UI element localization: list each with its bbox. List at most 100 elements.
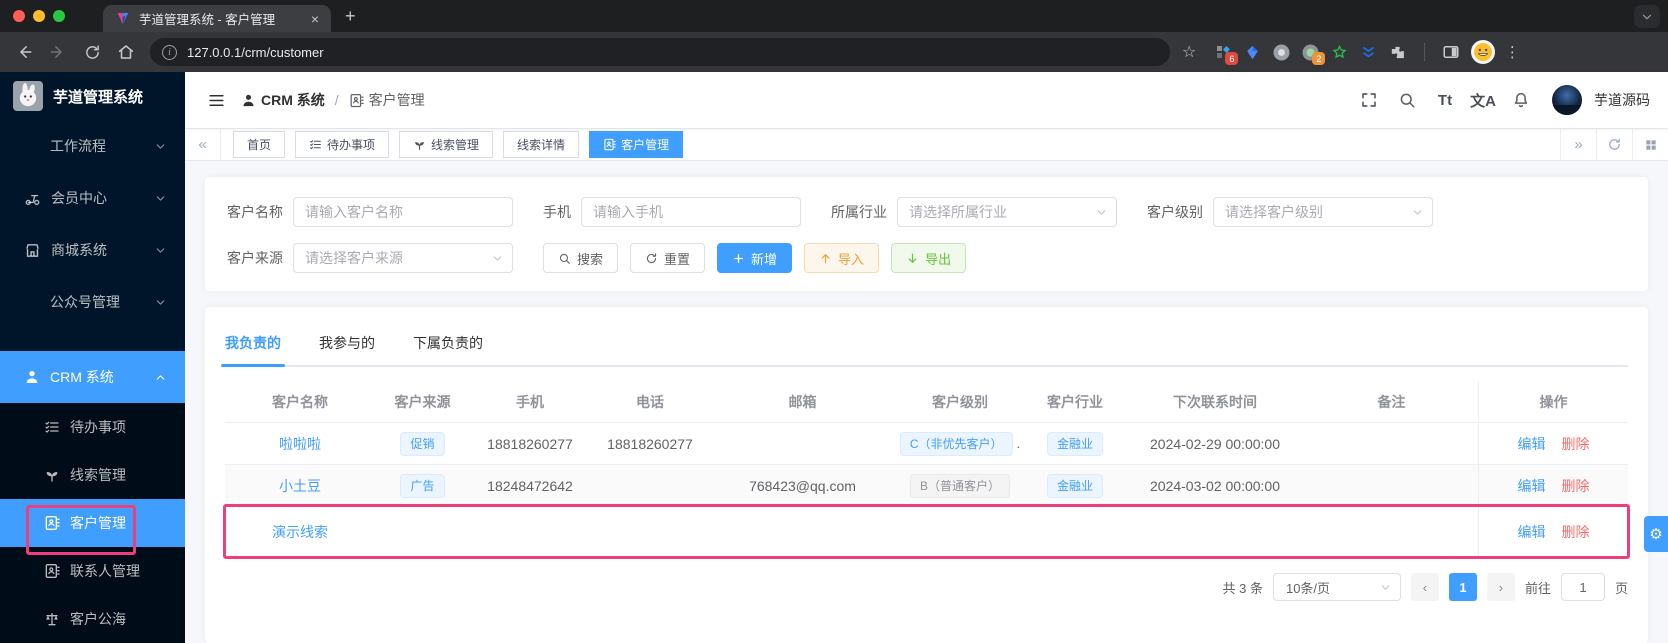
extension-blocks-icon[interactable]: 6 xyxy=(1214,43,1239,65)
browser-tabstrip: 芋道管理系统 - 客户管理 × + xyxy=(0,0,1668,32)
edit-link[interactable]: 编辑 xyxy=(1518,434,1546,454)
sidebar-item-mall-system[interactable]: 商城系统 xyxy=(0,224,185,276)
tabs-menu-grid-icon[interactable] xyxy=(1632,129,1668,160)
fullscreen-icon[interactable] xyxy=(1352,83,1386,117)
table-row: 小土豆 广告 18248472642 768423@qq.com B（普通客户）… xyxy=(225,465,1628,507)
extensions-puzzle-icon[interactable] xyxy=(1388,43,1406,61)
tab-search-button[interactable] xyxy=(1634,5,1660,28)
sidebar-item-official-account[interactable]: 公众号管理 xyxy=(0,276,185,328)
source-label: 客户来源 xyxy=(227,250,283,266)
page-tab-customer-management[interactable]: 客户管理 xyxy=(589,131,684,158)
tab-my-responsible[interactable]: 我负责的 xyxy=(221,321,285,367)
window-close-button[interactable] xyxy=(13,10,25,22)
delete-link[interactable]: 删除 xyxy=(1562,522,1590,542)
bookmark-star-icon[interactable]: ☆ xyxy=(1182,42,1196,62)
url-text: 127.0.0.1/crm/customer xyxy=(187,44,324,60)
mobile-input[interactable] xyxy=(581,197,801,227)
import-button[interactable]: 导入 xyxy=(804,243,880,273)
tab-close-icon[interactable]: × xyxy=(311,11,319,27)
page-tab-clue-management[interactable]: 线索管理 xyxy=(399,131,494,158)
edit-link[interactable]: 编辑 xyxy=(1518,522,1546,542)
new-tab-button[interactable]: + xyxy=(345,7,356,25)
page-size-select[interactable]: 10条/页 xyxy=(1272,573,1401,601)
chevron-down-icon xyxy=(1411,206,1424,219)
source-select[interactable]: 请选择客户来源 xyxy=(293,243,513,273)
sidebar-item-customer-pool[interactable]: 客户公海 xyxy=(0,595,185,643)
page-tab-clue-detail[interactable]: 线索详情 xyxy=(503,131,580,158)
delete-link[interactable]: 删除 xyxy=(1562,434,1590,454)
table-header-row: 客户名称 客户来源 手机 电话 邮箱 客户级别 客户行业 下次联系时间 备注 操… xyxy=(225,381,1628,423)
add-button[interactable]: 新增 xyxy=(717,243,793,273)
next-page-button[interactable]: › xyxy=(1486,573,1515,601)
theme-settings-gear-button[interactable]: ⚙ xyxy=(1644,516,1668,552)
sidebar-item-todo[interactable]: 待办事项 xyxy=(0,403,185,451)
window-zoom-button[interactable] xyxy=(53,10,65,22)
tabs-scroll-right-icon[interactable]: » xyxy=(1560,129,1596,160)
extension-chevrons-icon[interactable] xyxy=(1359,43,1377,61)
app-title: 芋道管理系统 xyxy=(53,88,144,106)
edit-link[interactable]: 编辑 xyxy=(1518,476,1546,496)
chevron-down-icon xyxy=(1379,581,1392,594)
table-row: 啦啦啦 促销 18818260277 18818260277 C（非优先客户）.… xyxy=(225,423,1628,465)
tab-subordinate[interactable]: 下属负责的 xyxy=(413,321,483,365)
chevron-down-icon xyxy=(154,140,167,153)
sidebar: 芋道管理系统 工作流程 会员中心 商城系统 公众号管理 CRM 系统 待办事项 xyxy=(0,72,185,643)
page-tab-home[interactable]: 首页 xyxy=(233,131,286,158)
sidebar-item-contact-management[interactable]: 联系人管理 xyxy=(0,547,185,595)
sidebar-item-clue-management[interactable]: 线索管理 xyxy=(0,451,185,499)
customer-name-input[interactable] xyxy=(293,197,513,227)
customer-name-link[interactable]: 演示线索 xyxy=(272,524,328,540)
contacts-book-icon xyxy=(44,515,60,531)
forward-button[interactable] xyxy=(44,38,72,66)
reload-button[interactable] xyxy=(78,38,106,66)
customer-name-label: 客户名称 xyxy=(227,204,283,220)
font-size-icon[interactable]: Tt xyxy=(1428,83,1462,117)
reset-button[interactable]: 重置 xyxy=(630,243,706,273)
home-button[interactable] xyxy=(112,38,140,66)
side-panel-icon[interactable] xyxy=(1437,38,1465,66)
seedling-icon xyxy=(44,467,60,483)
goto-label: 前往 xyxy=(1524,580,1551,596)
todo-list-icon xyxy=(44,419,60,435)
extension-gray-circle-icon[interactable] xyxy=(1272,43,1290,61)
page-tab-todo[interactable]: 待办事项 xyxy=(295,131,390,158)
breadcrumb-crm[interactable]: CRM 系统 xyxy=(241,90,325,110)
extension-green-star-icon[interactable] xyxy=(1330,43,1348,61)
tabs-scroll-left-icon[interactable]: « xyxy=(185,129,221,160)
site-info-icon[interactable]: i xyxy=(162,44,177,60)
sidebar-item-member-center[interactable]: 会员中心 xyxy=(0,172,185,224)
customer-name-link[interactable]: 啦啦啦 xyxy=(279,436,321,452)
sidebar-item-crm-system[interactable]: CRM 系统 xyxy=(0,351,185,403)
shop-icon xyxy=(24,242,41,259)
tab-my-participated[interactable]: 我参与的 xyxy=(319,321,375,365)
sidebar-item-customer-management[interactable]: 客户管理 xyxy=(0,499,185,555)
extension-kite-icon[interactable] xyxy=(1243,43,1261,61)
browser-toolbar: i 127.0.0.1/crm/customer ☆ 6 2 ⋮ xyxy=(0,32,1668,72)
industry-select[interactable]: 请选择所属行业 xyxy=(897,197,1117,227)
level-select[interactable]: 请选择客户级别 xyxy=(1213,197,1433,227)
delete-link[interactable]: 删除 xyxy=(1562,476,1590,496)
language-icon[interactable]: 文A xyxy=(1466,83,1500,117)
goto-page-input[interactable] xyxy=(1560,573,1605,601)
browser-profile-avatar[interactable] xyxy=(1471,40,1496,64)
username: 芋道源码 xyxy=(1594,92,1650,108)
customer-name-link[interactable]: 小土豆 xyxy=(279,478,321,494)
search-icon[interactable] xyxy=(1390,83,1424,117)
extension-icons: 6 2 xyxy=(1214,43,1406,65)
sidebar-item-workflow[interactable]: 工作流程 xyxy=(0,120,185,172)
back-button[interactable] xyxy=(10,38,38,66)
source-tag: 促销 xyxy=(400,431,445,456)
bell-icon[interactable] xyxy=(1504,83,1538,117)
extension-camera-icon[interactable]: 2 xyxy=(1301,43,1326,65)
search-button[interactable]: 搜索 xyxy=(543,243,619,273)
prev-page-button[interactable]: ‹ xyxy=(1410,573,1439,601)
address-bar[interactable]: i 127.0.0.1/crm/customer xyxy=(150,38,1170,66)
sidebar-collapse-icon[interactable] xyxy=(201,85,231,115)
window-minimize-button[interactable] xyxy=(33,10,45,22)
user-avatar[interactable] xyxy=(1552,85,1582,115)
browser-menu-icon[interactable]: ⋮ xyxy=(1501,43,1523,61)
browser-tab[interactable]: 芋道管理系统 - 客户管理 × xyxy=(103,5,331,32)
export-button[interactable]: 导出 xyxy=(891,243,967,273)
tabs-refresh-icon[interactable] xyxy=(1596,129,1632,160)
page-number-active[interactable]: 1 xyxy=(1448,573,1477,601)
